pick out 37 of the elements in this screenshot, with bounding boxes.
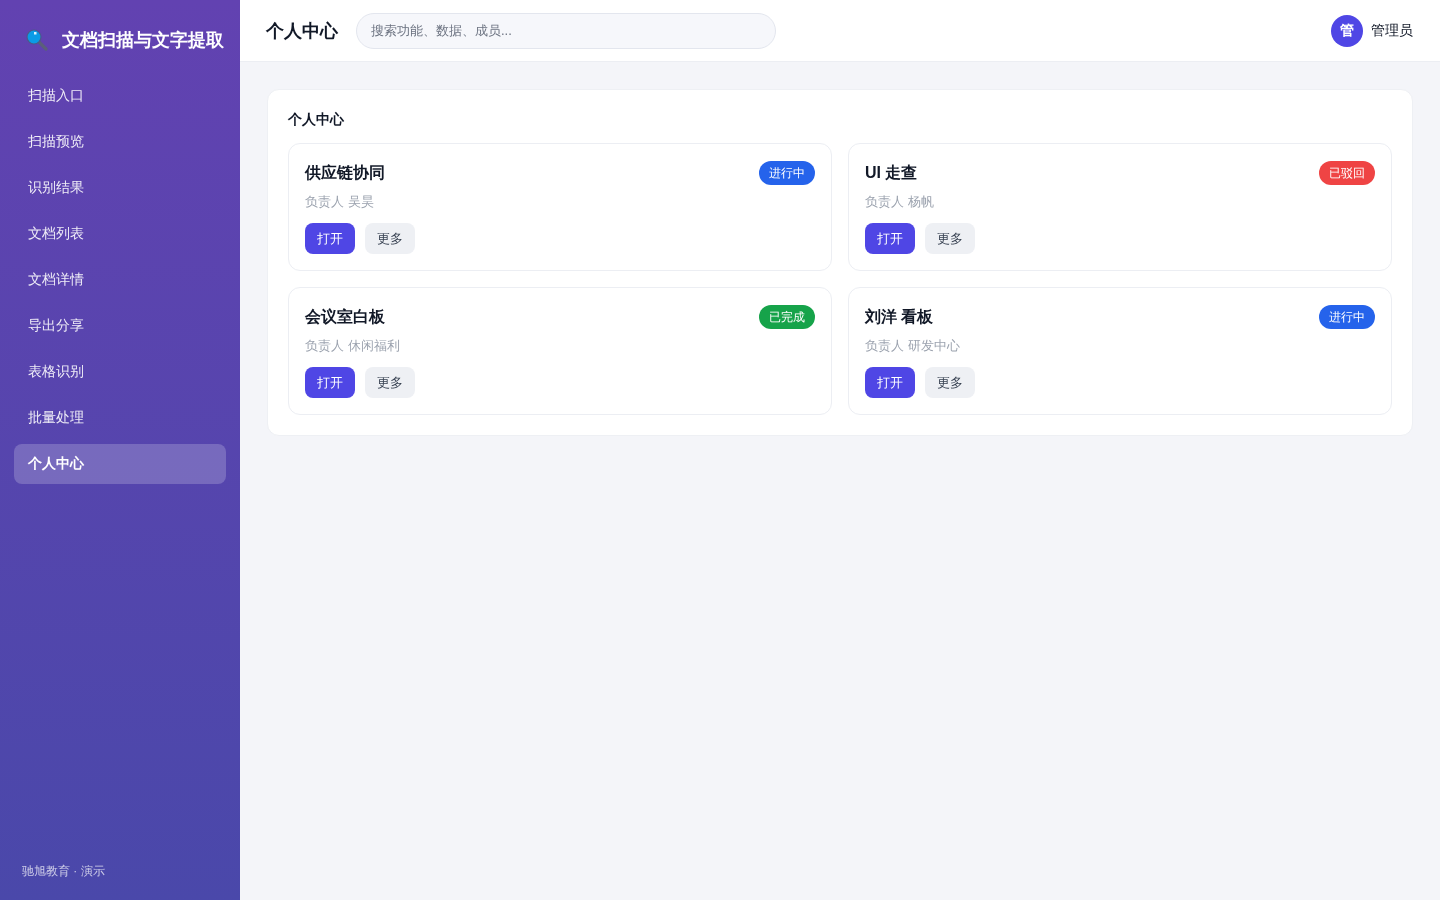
- sidebar-item[interactable]: 识别结果: [14, 168, 226, 208]
- open-button[interactable]: 打开: [305, 223, 355, 254]
- user-name: 管理员: [1371, 21, 1413, 40]
- card-title: 刘洋 看板: [865, 306, 934, 327]
- more-button[interactable]: 更多: [925, 223, 975, 254]
- more-button[interactable]: 更多: [365, 367, 415, 398]
- app-title: 文档扫描与文字提取: [62, 29, 224, 52]
- sidebar-item[interactable]: 个人中心: [14, 444, 226, 484]
- open-button[interactable]: 打开: [865, 223, 915, 254]
- status-badge: 已驳回: [1319, 161, 1375, 185]
- panel-title: 个人中心: [288, 110, 344, 129]
- owner-text: 负责人 杨帆: [865, 193, 934, 211]
- owner-text: 负责人 休闲福利: [305, 337, 400, 355]
- owner-text: 负责人 吴昊: [305, 193, 374, 211]
- card-title: 会议室白板: [305, 306, 385, 327]
- status-badge: 进行中: [759, 161, 815, 185]
- sidebar-item[interactable]: 表格识别: [14, 352, 226, 392]
- sidebar-item[interactable]: 文档详情: [14, 260, 226, 300]
- magnifier-icon: [26, 29, 48, 51]
- open-button[interactable]: 打开: [305, 367, 355, 398]
- card-title: 供应链协同: [305, 162, 385, 183]
- status-badge: 进行中: [1319, 305, 1375, 329]
- status-badge: 已完成: [759, 305, 815, 329]
- search-field[interactable]: 搜索功能、数据、成员...: [356, 12, 776, 49]
- sidebar-item[interactable]: 导出分享: [14, 306, 226, 346]
- sidebar-item[interactable]: 文档列表: [14, 214, 226, 254]
- more-button[interactable]: 更多: [365, 223, 415, 254]
- page-title: 个人中心: [266, 19, 338, 43]
- card-title: UI 走查: [865, 162, 918, 183]
- more-button[interactable]: 更多: [925, 367, 975, 398]
- sidebar-item[interactable]: 扫描预览: [14, 122, 226, 162]
- open-button[interactable]: 打开: [865, 367, 915, 398]
- sidebar-item[interactable]: 批量处理: [14, 398, 226, 438]
- sidebar-item[interactable]: 扫描入口: [14, 76, 226, 116]
- footer-text: 驰旭教育 · 演示: [21, 863, 105, 880]
- owner-text: 负责人 研发中心: [865, 337, 960, 355]
- user-avatar[interactable]: 管: [1331, 14, 1363, 47]
